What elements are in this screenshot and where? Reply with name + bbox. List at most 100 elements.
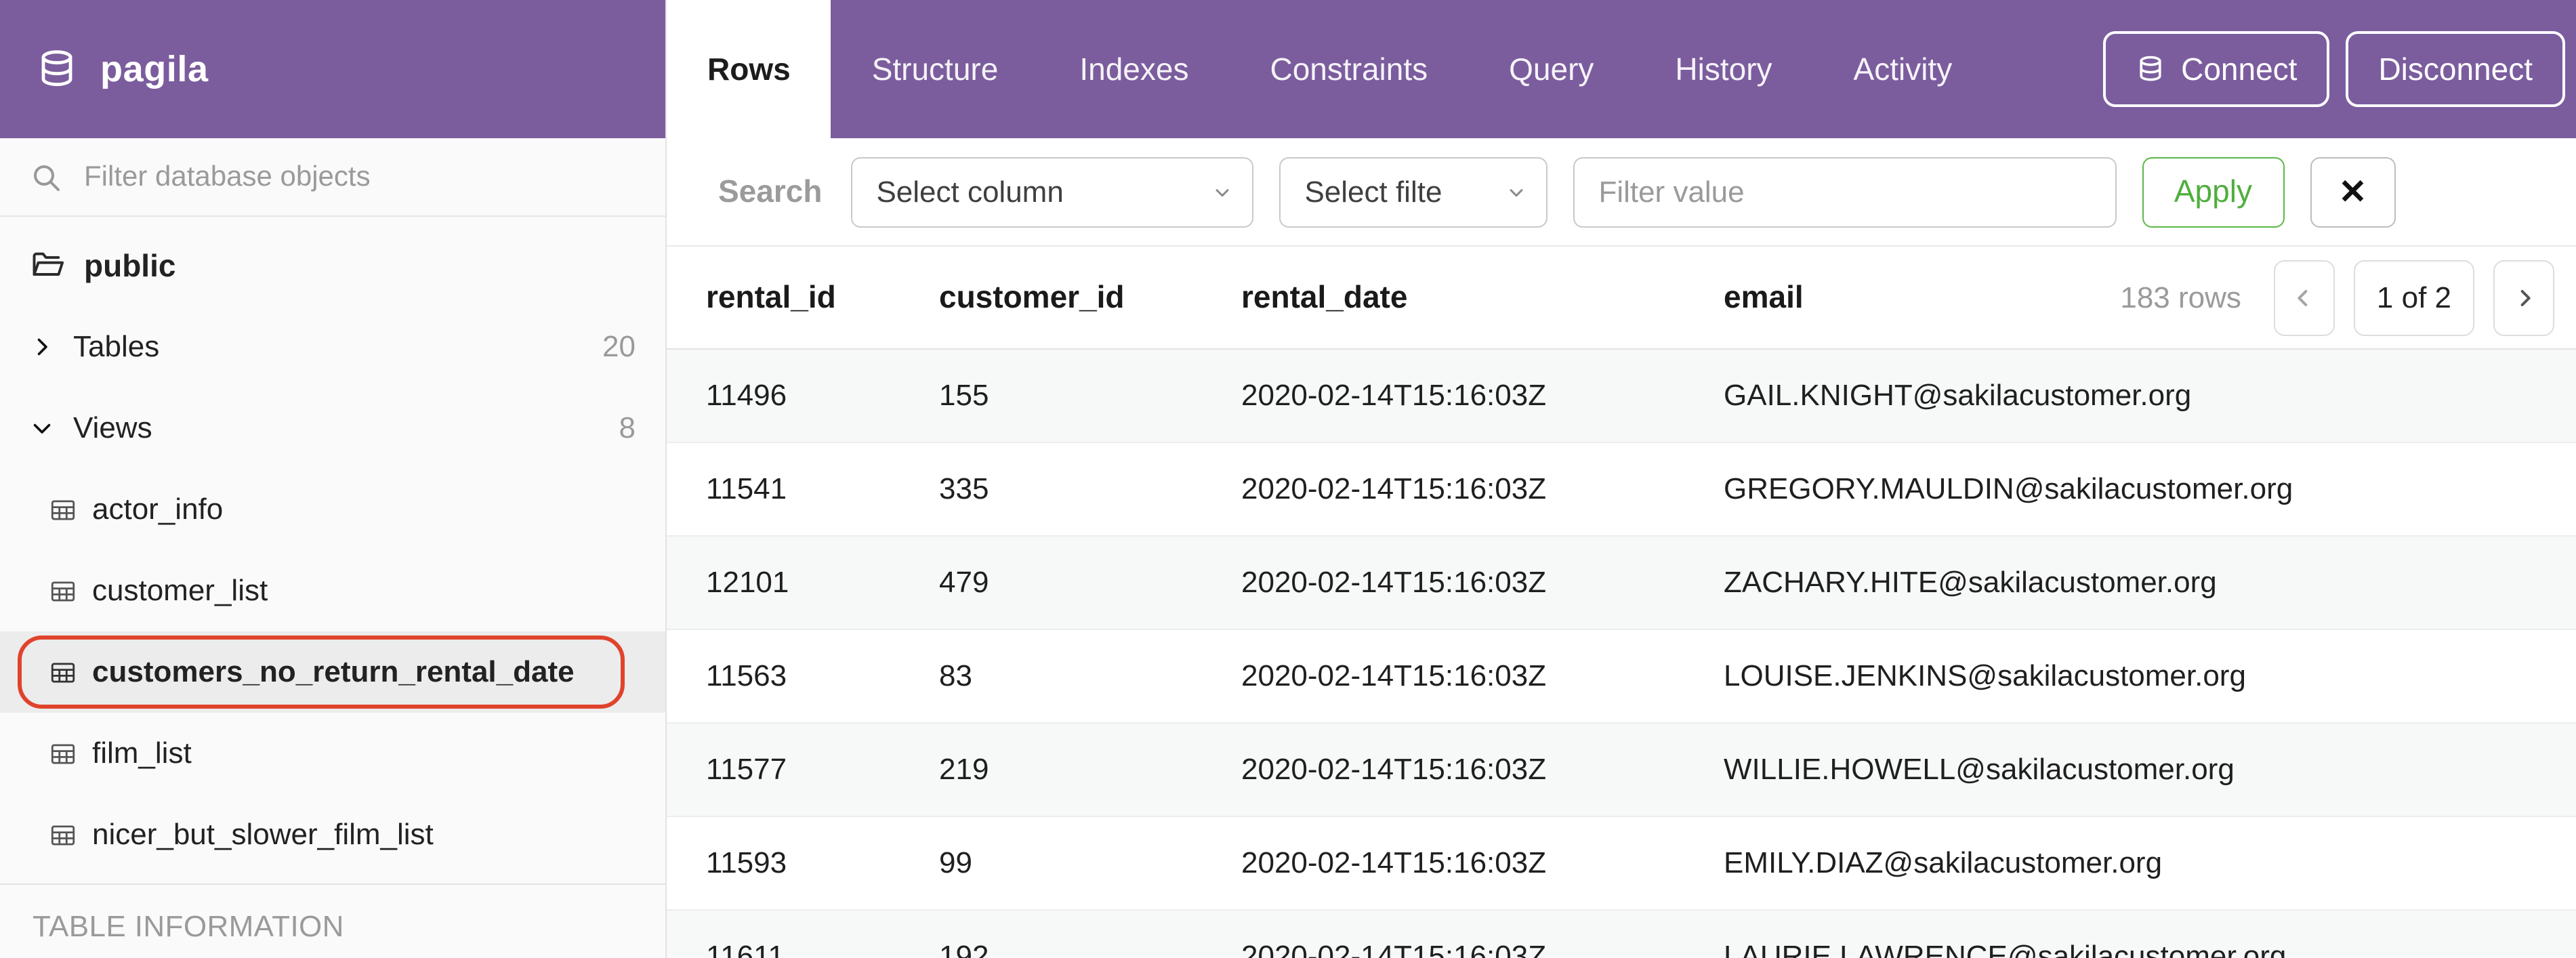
table-body: 11496 155 2020-02-14T15:16:03Z GAIL.KNIG… <box>667 350 2576 958</box>
filter-type-select[interactable]: Select filte <box>1279 157 1547 227</box>
cell-rental_date: 2020-02-14T15:16:03Z <box>1241 846 1724 881</box>
folder-open-icon <box>30 248 65 283</box>
clear-filter-button[interactable]: ✕ <box>2310 157 2395 227</box>
cell-rental_id: 11593 <box>706 846 939 881</box>
sidebar-item-label: film_list <box>92 736 192 771</box>
sidebar-item-actor_info[interactable]: actor_info <box>0 469 665 550</box>
search-label: Search <box>718 173 822 210</box>
cell-rental_id: 11611 <box>706 939 939 958</box>
cell-rental_date: 2020-02-14T15:16:03Z <box>1241 752 1724 787</box>
connect-label: Connect <box>2181 51 2297 87</box>
column-select[interactable]: Select column <box>850 157 1253 227</box>
header-right-group: email 183 rows 1 of 2 <box>1724 259 2576 335</box>
table-row: 11611 192 2020-02-14T15:16:03Z LAURIE.LA… <box>667 911 2576 958</box>
tree-group-tables[interactable]: Tables 20 <box>0 306 665 388</box>
cell-customer_id: 99 <box>939 846 1241 881</box>
main-area: Rows Structure Indexes Constraints Query… <box>667 0 2576 958</box>
sidebar-item-label: nicer_but_slower_film_list <box>92 817 434 852</box>
cell-email: ZACHARY.HITE@sakilacustomer.org <box>1724 565 2576 600</box>
column-header-customer_id[interactable]: customer_id <box>939 279 1241 316</box>
sidebar-item-customers_no_return_rental_date[interactable]: customers_no_return_rental_date <box>0 631 665 713</box>
cell-customer_id: 219 <box>939 752 1241 787</box>
table-row: 11577 219 2020-02-14T15:16:03Z WILLIE.HO… <box>667 724 2576 817</box>
cell-customer_id: 83 <box>939 659 1241 694</box>
sidebar-item-label: actor_info <box>92 492 223 527</box>
column-select-value: Select column <box>876 174 1063 209</box>
views-count: 8 <box>619 411 636 446</box>
cell-rental_id: 11563 <box>706 659 939 694</box>
connect-button[interactable]: Connect <box>2102 31 2329 107</box>
tab-activity[interactable]: Activity <box>1813 0 1993 138</box>
tab-bar: Rows Structure Indexes Constraints Query… <box>667 0 2576 138</box>
sidebar-item-nicer_but_slower_film_list[interactable]: nicer_but_slower_film_list <box>0 794 665 875</box>
table-row: 11563 83 2020-02-14T15:16:03Z LOUISE.JEN… <box>667 630 2576 724</box>
table-icon <box>49 820 77 849</box>
app-root: pagila public <box>0 0 2576 958</box>
tree-group-label: Views <box>73 411 152 446</box>
column-header-rental_date[interactable]: rental_date <box>1241 279 1724 316</box>
cell-rental_id: 11577 <box>706 752 939 787</box>
cell-rental_date: 2020-02-14T15:16:03Z <box>1241 659 1724 694</box>
clear-icon: ✕ <box>2338 171 2367 212</box>
cell-email: EMILY.DIAZ@sakilacustomer.org <box>1724 846 2576 881</box>
sidebar-tree: public Tables 20 Views 8 <box>0 217 665 875</box>
next-page-button[interactable] <box>2493 259 2554 335</box>
caret-down-icon <box>1505 181 1526 203</box>
sidebar-item-label: customer_list <box>92 573 268 608</box>
cell-rental_id: 11496 <box>706 378 939 413</box>
page-next-icon <box>2510 284 2537 311</box>
filter-objects-input[interactable] <box>81 159 636 194</box>
cell-rental_date: 2020-02-14T15:16:03Z <box>1241 939 1724 958</box>
cell-rental_date: 2020-02-14T15:16:03Z <box>1241 378 1724 413</box>
table-icon <box>49 577 77 605</box>
sidebar-item-label: customers_no_return_rental_date <box>92 654 575 690</box>
tab-history[interactable]: History <box>1634 0 1812 138</box>
schema-public[interactable]: public <box>0 225 665 306</box>
apply-button[interactable]: Apply <box>2142 157 2284 227</box>
page-prev-icon <box>2291 284 2318 311</box>
chevron-right-icon <box>30 335 54 359</box>
connection-actions: Connect Disconnect <box>2102 0 2576 138</box>
cell-email: LAURIE.LAWRENCE@sakilacustomer.org <box>1724 939 2576 958</box>
cell-rental_id: 12101 <box>706 565 939 600</box>
cell-customer_id: 192 <box>939 939 1241 958</box>
caret-down-icon <box>1211 181 1232 203</box>
table-icon <box>49 658 77 686</box>
tab-indexes[interactable]: Indexes <box>1039 0 1229 138</box>
cell-rental_date: 2020-02-14T15:16:03Z <box>1241 565 1724 600</box>
tables-count: 20 <box>602 329 636 365</box>
table-row: 11541 335 2020-02-14T15:16:03Z GREGORY.M… <box>667 443 2576 537</box>
cell-email: GAIL.KNIGHT@sakilacustomer.org <box>1724 378 2576 413</box>
prev-page-button[interactable] <box>2274 259 2335 335</box>
row-count-label: 183 rows <box>2120 280 2241 315</box>
cell-email: GREGORY.MAULDIN@sakilacustomer.org <box>1724 472 2576 507</box>
disconnect-label: Disconnect <box>2378 51 2533 87</box>
filter-value-input[interactable] <box>1573 157 2116 227</box>
column-header-email[interactable]: email <box>1724 279 1804 316</box>
tab-structure[interactable]: Structure <box>831 0 1039 138</box>
tab-query[interactable]: Query <box>1468 0 1634 138</box>
table-row: 11593 99 2020-02-14T15:16:03Z EMILY.DIAZ… <box>667 817 2576 911</box>
cell-rental_id: 11541 <box>706 472 939 507</box>
cell-rental_date: 2020-02-14T15:16:03Z <box>1241 472 1724 507</box>
cell-customer_id: 479 <box>939 565 1241 600</box>
table-header-row: rental_id customer_id rental_date email … <box>667 247 2576 350</box>
disconnect-button[interactable]: Disconnect <box>2346 31 2565 107</box>
cell-email: LOUISE.JENKINS@sakilacustomer.org <box>1724 659 2576 694</box>
sidebar: pagila public <box>0 0 667 958</box>
table-information-header: TABLE INFORMATION <box>0 885 665 958</box>
sidebar-item-customer_list[interactable]: customer_list <box>0 550 665 631</box>
search-icon <box>30 161 62 193</box>
column-header-rental_id[interactable]: rental_id <box>706 279 939 316</box>
tab-constraints[interactable]: Constraints <box>1229 0 1468 138</box>
tree-group-views[interactable]: Views 8 <box>0 388 665 469</box>
filter-bar: Search Select column Select filte <box>667 138 2576 247</box>
cell-customer_id: 335 <box>939 472 1241 507</box>
database-icon <box>35 47 79 91</box>
page-indicator: 1 of 2 <box>2354 259 2474 335</box>
sidebar-header: pagila <box>0 0 665 138</box>
table-icon <box>49 495 77 524</box>
sidebar-item-film_list[interactable]: film_list <box>0 713 665 794</box>
database-icon <box>2135 54 2165 84</box>
tab-rows[interactable]: Rows <box>667 0 831 138</box>
